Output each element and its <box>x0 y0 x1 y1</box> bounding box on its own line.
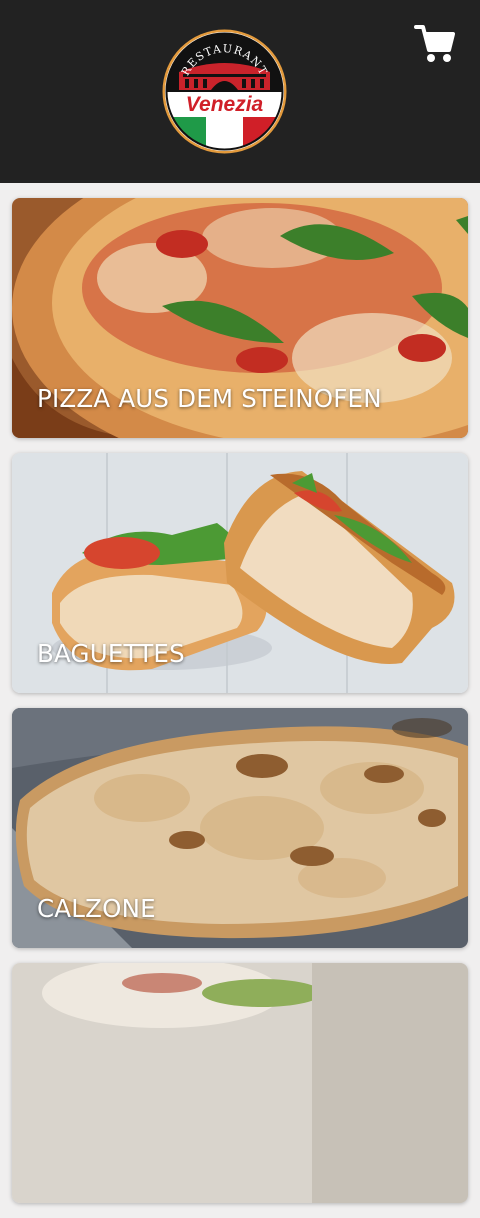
category-card-pizza[interactable]: PIZZA AUS DEM STEINOFEN <box>12 198 468 438</box>
category-card-partial[interactable] <box>12 963 468 1203</box>
food-photo <box>12 963 468 1203</box>
app-header: RESTAURANT Venezia <box>0 0 480 183</box>
category-title: BAGUETTES <box>37 639 185 668</box>
restaurant-logo[interactable]: RESTAURANT Venezia <box>161 28 288 155</box>
category-title: CALZONE <box>37 894 156 923</box>
category-card-baguettes[interactable]: BAGUETTES <box>12 453 468 693</box>
category-title: PIZZA AUS DEM STEINOFEN <box>37 384 382 413</box>
logo-brand-text: Venezia <box>186 93 264 116</box>
category-list: PIZZA AUS DEM STEINOFEN BAGUETTES CALZON… <box>12 198 468 1218</box>
shopping-cart-icon[interactable] <box>414 24 456 64</box>
category-card-calzone[interactable]: CALZONE <box>12 708 468 948</box>
